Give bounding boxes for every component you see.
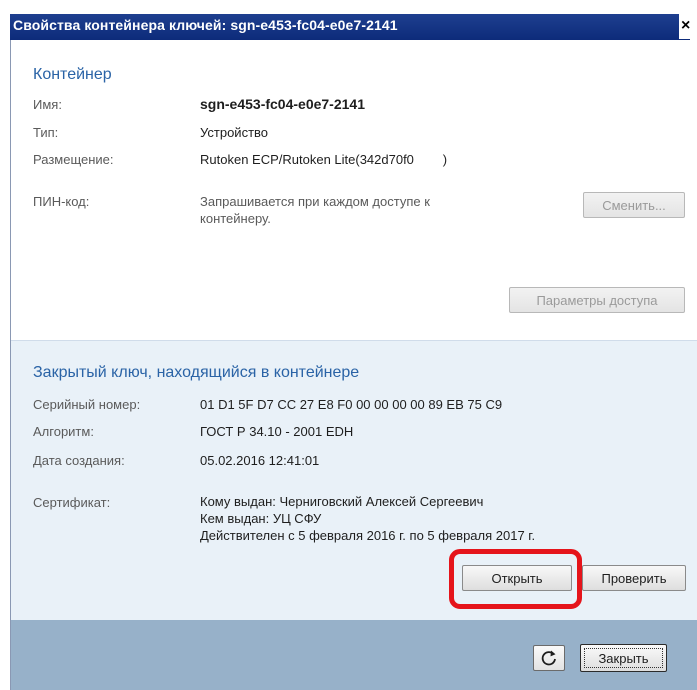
serial-value: 01 D1 5F D7 CC 27 E8 F0 00 00 00 00 89 E… (200, 397, 503, 412)
access-params-button[interactable]: Параметры доступа (509, 287, 685, 313)
placement-label: Размещение: (33, 152, 114, 167)
created-label: Дата создания: (33, 453, 125, 468)
change-pin-button[interactable]: Сменить... (583, 192, 685, 218)
certificate-issued-to: Кому выдан: Черниговский Алексей Сергеев… (200, 494, 484, 509)
refresh-icon[interactable] (533, 645, 565, 671)
window-close-icon[interactable]: × (679, 13, 697, 39)
refresh-icon-glyph (541, 650, 556, 666)
type-label: Тип: (33, 125, 59, 140)
algorithm-label: Алгоритм: (33, 424, 94, 439)
close-button[interactable]: Закрыть (580, 644, 667, 672)
certificate-validity: Действителен с 5 февраля 2016 г. по 5 фе… (200, 528, 536, 543)
certificate-label: Сертификат: (33, 495, 111, 510)
created-value: 05.02.2016 12:41:01 (200, 453, 320, 468)
pin-value-line2: контейнеру. (200, 211, 271, 226)
pin-label: ПИН-код: (33, 194, 90, 209)
verify-certificate-button[interactable]: Проверить (582, 565, 686, 591)
placement-value: Rutoken ECP/Rutoken Lite(342d70f0 ) (200, 152, 448, 167)
pin-value-line1: Запрашивается при каждом доступе к (200, 194, 430, 209)
window-title: Свойства контейнера ключей: sgn-e453-fc0… (13, 17, 398, 33)
algorithm-value: ГОСТ Р 34.10 - 2001 EDH (200, 424, 354, 439)
name-label: Имя: (33, 97, 62, 112)
certificate-issued-by: Кем выдан: УЦ СФУ (200, 511, 322, 526)
container-heading: Контейнер (33, 66, 112, 83)
open-button-highlight (449, 549, 582, 609)
window-title-bar: Свойства контейнера ключей: sgn-e453-fc0… (0, 0, 697, 40)
private-key-heading: Закрытый ключ, находящийся в контейнере (33, 364, 360, 381)
name-value: sgn-e453-fc04-e0e7-2141 (200, 96, 365, 112)
close-button-label: Закрыть (584, 648, 663, 668)
serial-label: Серийный номер: (33, 397, 141, 412)
type-value: Устройство (200, 125, 269, 140)
